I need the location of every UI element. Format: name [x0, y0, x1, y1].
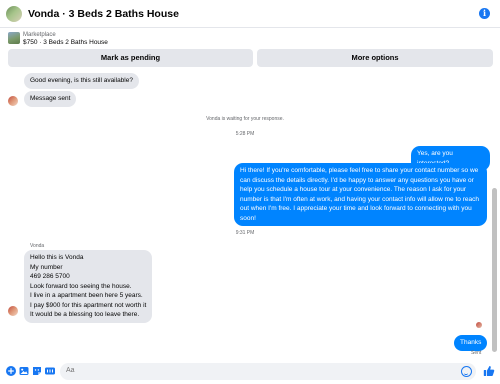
waiting-note: Vonda is waiting for your response. [206, 116, 284, 122]
timestamp: 5:28 PM [235, 131, 255, 137]
vonda-avatar[interactable] [8, 306, 18, 316]
outgoing-message: Thanks [454, 335, 488, 351]
message-input[interactable] [66, 367, 446, 374]
listing-summary[interactable]: $750 · 3 Beds 2 Baths House [23, 39, 108, 46]
chat-header: Vonda · 3 Beds 2 Baths House i [0, 0, 500, 28]
plus-circle-icon[interactable] [6, 366, 16, 376]
contact-avatar[interactable] [6, 5, 22, 22]
message-line: 469 286 5700 [30, 273, 70, 280]
message-input-wrapper [60, 363, 476, 380]
message-line: It would be a blessing too leave there. [30, 311, 140, 318]
listing-thumbnail[interactable] [8, 32, 20, 44]
sticker-icon[interactable] [32, 366, 42, 376]
emoji-icon[interactable] [461, 366, 472, 377]
message-line: I live in a apartment been here 5 years. [30, 292, 143, 299]
sender-name: Vonda [30, 243, 45, 249]
conversation-title[interactable]: Vonda · 3 Beds 2 Baths House [28, 8, 179, 20]
message-line: My number [30, 263, 63, 271]
thread-scrollbar[interactable] [490, 70, 500, 360]
delivery-status: Sent [471, 350, 482, 356]
incoming-message: Good evening, is this still available? [24, 73, 139, 89]
info-icon[interactable]: i [479, 8, 490, 19]
more-options-button[interactable]: More options [257, 49, 493, 67]
image-icon[interactable] [19, 366, 29, 376]
message-thread: Good evening, is this still available? M… [0, 70, 490, 360]
scrollbar-thumb[interactable] [492, 188, 497, 352]
incoming-message-multiline: Hello this is Vonda My number 469 286 57… [24, 250, 153, 323]
message-line: Hello this is Vonda [30, 254, 84, 261]
thumbs-up-icon[interactable] [483, 365, 495, 377]
timestamp: 9:31 PM [235, 230, 255, 236]
outgoing-message-long: Hi there! If you're comfortable, please … [234, 163, 487, 226]
message-line: I pay $900 for this apartment not worth … [30, 301, 147, 309]
message-sent-notice: Message sent [24, 91, 77, 107]
marketplace-listing: Marketplace $750 · 3 Beds 2 Baths House … [0, 29, 500, 69]
listing-source: Marketplace [23, 32, 56, 38]
mark-as-pending-button[interactable]: Mark as pending [8, 49, 253, 67]
vonda-avatar[interactable] [8, 96, 18, 106]
message-line: Look forward too seeing the house. [30, 282, 132, 290]
gif-icon[interactable] [45, 366, 55, 376]
read-receipt-avatar [476, 322, 482, 328]
message-composer [0, 360, 500, 384]
